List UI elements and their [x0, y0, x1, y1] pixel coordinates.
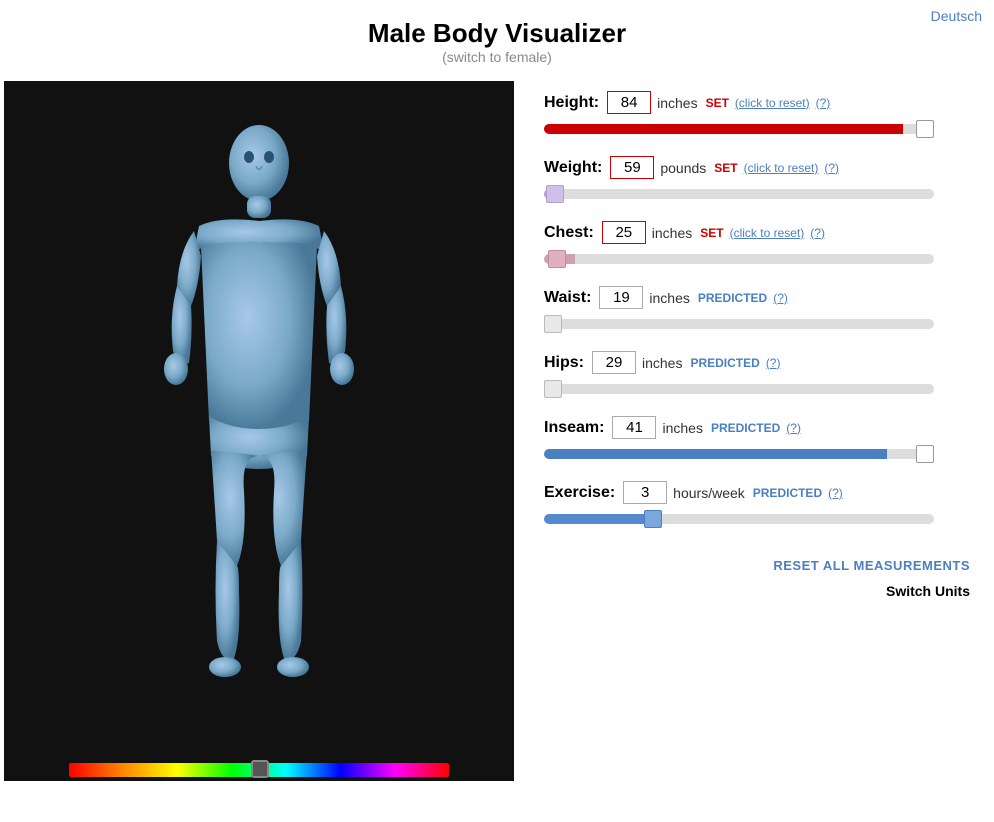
inseam-slider-thumb[interactable]: [916, 445, 934, 463]
inseam-label: Inseam:: [544, 419, 604, 437]
hips-slider-track[interactable]: [544, 384, 934, 394]
main-content: Height: inches SET (click to reset) (?) …: [0, 81, 994, 781]
exercise-label-row: Exercise: hours/week PREDICTED (?): [544, 481, 970, 504]
chest-slider-thumb[interactable]: [548, 250, 566, 268]
hips-label-row: Hips: inches PREDICTED (?): [544, 351, 970, 374]
hips-slider-thumb[interactable]: [544, 380, 562, 398]
height-input[interactable]: [607, 91, 651, 114]
language-link[interactable]: Deutsch: [931, 8, 982, 24]
inseam-status: PREDICTED: [711, 421, 780, 435]
hips-help[interactable]: (?): [766, 356, 781, 370]
chest-slider-container[interactable]: [544, 250, 970, 268]
chest-slider-track[interactable]: [544, 254, 934, 264]
weight-slider-track[interactable]: [544, 189, 934, 199]
chest-label-row: Chest: inches SET (click to reset) (?): [544, 221, 970, 244]
exercise-slider-thumb[interactable]: [644, 510, 662, 528]
waist-slider-thumb[interactable]: [544, 315, 562, 333]
weight-help[interactable]: (?): [824, 161, 839, 175]
height-label: Height:: [544, 94, 599, 112]
inseam-help[interactable]: (?): [786, 421, 801, 435]
waist-label-row: Waist: inches PREDICTED (?): [544, 286, 970, 309]
height-slider-thumb[interactable]: [916, 120, 934, 138]
chest-status: SET: [700, 226, 723, 240]
weight-input[interactable]: [610, 156, 654, 179]
height-slider-container[interactable]: [544, 120, 970, 138]
hips-input[interactable]: [592, 351, 636, 374]
inseam-slider-track[interactable]: [544, 449, 934, 459]
weight-reset[interactable]: (click to reset): [744, 161, 819, 175]
weight-slider-container[interactable]: [544, 185, 970, 203]
height-row: Height: inches SET (click to reset) (?): [544, 91, 970, 138]
weight-label-row: Weight: pounds SET (click to reset) (?): [544, 156, 970, 179]
waist-input[interactable]: [599, 286, 643, 309]
chest-input[interactable]: [602, 221, 646, 244]
hips-status: PREDICTED: [690, 356, 759, 370]
height-label-row: Height: inches SET (click to reset) (?): [544, 91, 970, 114]
body-figure: [4, 81, 514, 761]
exercise-slider-track[interactable]: [544, 514, 934, 524]
color-bar-thumb[interactable]: [251, 760, 269, 778]
height-reset[interactable]: (click to reset): [735, 96, 810, 110]
exercise-input[interactable]: [623, 481, 667, 504]
waist-help[interactable]: (?): [773, 291, 788, 305]
height-unit: inches: [657, 95, 697, 111]
chest-help[interactable]: (?): [810, 226, 825, 240]
hips-row: Hips: inches PREDICTED (?): [544, 351, 970, 398]
weight-slider-thumb[interactable]: [546, 185, 564, 203]
weight-unit: pounds: [660, 160, 706, 176]
hips-slider-container[interactable]: [544, 380, 970, 398]
height-status: SET: [706, 96, 729, 110]
waist-unit: inches: [649, 290, 689, 306]
waist-slider-track[interactable]: [544, 319, 934, 329]
reset-all-button[interactable]: RESET ALL MEASUREMENTS: [773, 558, 970, 573]
chest-unit: inches: [652, 225, 692, 241]
chest-reset[interactable]: (click to reset): [730, 226, 805, 240]
page-title: Male Body Visualizer: [0, 18, 994, 49]
switch-to-female-link[interactable]: (switch to female): [442, 49, 552, 65]
exercise-unit: hours/week: [673, 485, 745, 501]
waist-label: Waist:: [544, 289, 591, 307]
exercise-status: PREDICTED: [753, 486, 822, 500]
weight-row: Weight: pounds SET (click to reset) (?): [544, 156, 970, 203]
weight-label: Weight:: [544, 159, 602, 177]
exercise-row: Exercise: hours/week PREDICTED (?): [544, 481, 970, 528]
inseam-input[interactable]: [612, 416, 656, 439]
body-model-svg: [99, 111, 419, 731]
exercise-label: Exercise:: [544, 484, 615, 502]
waist-slider-container[interactable]: [544, 315, 970, 333]
color-bar[interactable]: [69, 763, 449, 777]
hips-unit: inches: [642, 355, 682, 371]
exercise-slider-container[interactable]: [544, 510, 970, 528]
inseam-label-row: Inseam: inches PREDICTED (?): [544, 416, 970, 439]
inseam-unit: inches: [662, 420, 702, 436]
hips-label: Hips:: [544, 354, 584, 372]
page-header: Male Body Visualizer (switch to female): [0, 0, 994, 73]
height-slider-track[interactable]: [544, 124, 934, 134]
waist-status: PREDICTED: [698, 291, 767, 305]
inseam-slider-container[interactable]: [544, 445, 970, 463]
controls-panel: Height: inches SET (click to reset) (?) …: [514, 81, 990, 781]
inseam-row: Inseam: inches PREDICTED (?): [544, 416, 970, 463]
bottom-actions: RESET ALL MEASUREMENTS Switch Units: [544, 558, 970, 599]
model-panel: [4, 81, 514, 781]
color-bar-container[interactable]: [4, 759, 514, 781]
weight-status: SET: [714, 161, 737, 175]
height-help[interactable]: (?): [816, 96, 831, 110]
page-subtitle[interactable]: (switch to female): [0, 49, 994, 67]
switch-units-button[interactable]: Switch Units: [886, 583, 970, 599]
chest-row: Chest: inches SET (click to reset) (?): [544, 221, 970, 268]
exercise-help[interactable]: (?): [828, 486, 843, 500]
chest-label: Chest:: [544, 224, 594, 242]
waist-row: Waist: inches PREDICTED (?): [544, 286, 970, 333]
